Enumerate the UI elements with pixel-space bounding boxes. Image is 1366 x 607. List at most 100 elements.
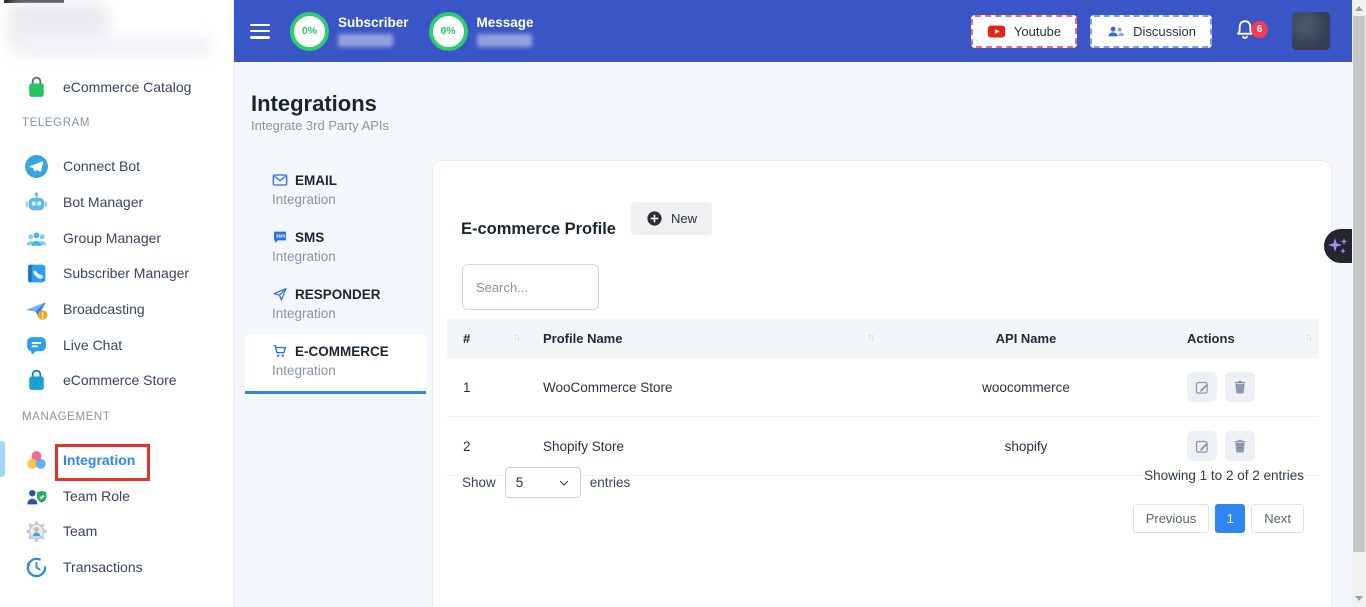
sort-icon: ↑↓ [1305, 332, 1311, 343]
scrollbar-thumb[interactable] [1353, 16, 1365, 552]
sidebar-item-live-chat[interactable]: Live Chat [24, 332, 122, 358]
sidebar-item-label: Team Role [63, 488, 130, 504]
sidebar: eCommerce Catalog TELEGRAM Connect Bot B… [0, 0, 234, 607]
discussion-button[interactable]: Discussion [1090, 15, 1212, 48]
row-api-name: shopify [881, 417, 1171, 476]
subnav-subtitle: Integration [272, 306, 426, 321]
clock-refresh-icon [24, 555, 49, 580]
scrollbar-down-arrow-icon[interactable] [1355, 596, 1363, 601]
subnav-title: EMAIL [295, 173, 337, 188]
contact-book-icon [24, 261, 49, 286]
message-stat-value-redacted [477, 34, 532, 47]
message-stat-label: Message [477, 15, 534, 30]
store-bag-icon [24, 368, 49, 393]
active-item-indicator [0, 441, 5, 477]
sidebar-item-label: Live Chat [63, 337, 122, 353]
ai-assistant-fab[interactable] [1324, 229, 1352, 263]
sparkles-icon [1326, 234, 1350, 258]
table-header-row: #↑↓ Profile Name↑↓ API Name Actions↑↓ [447, 319, 1319, 358]
subnav-subtitle: Integration [272, 363, 426, 378]
youtube-button[interactable]: Youtube [971, 15, 1077, 48]
new-profile-button[interactable]: New [631, 202, 712, 235]
sidebar-item-label: Bot Manager [63, 194, 143, 210]
message-stat: 0% Message [429, 12, 534, 51]
sidebar-item-subscriber-manager[interactable]: Subscriber Manager [24, 260, 189, 286]
sidebar-item-team[interactable]: Team [24, 518, 97, 544]
envelope-icon [272, 172, 288, 188]
plus-circle-icon [646, 210, 663, 227]
hamburger-menu-icon[interactable] [250, 24, 270, 39]
delete-button[interactable] [1225, 431, 1255, 461]
edit-button[interactable] [1187, 372, 1217, 402]
sidebar-item-label: eCommerce Catalog [63, 79, 191, 95]
sidebar-item-transactions[interactable]: Transactions [24, 554, 143, 580]
ecommerce-profile-card: E-commerce Profile New #↑↓ Profile Name↑… [432, 160, 1332, 607]
message-progress-ring: 0% [429, 12, 468, 51]
subnav-email-integration[interactable]: EMAIL Integration [245, 172, 426, 207]
subnav-sms-integration[interactable]: SMS SMS Integration [245, 229, 426, 264]
topbar: 0% Subscriber 0% Message Youtube Discuss… [233, 0, 1352, 62]
sort-icon: ↑↓ [867, 332, 873, 343]
previous-page-button[interactable]: Previous [1133, 504, 1210, 533]
sidebar-section-telegram: TELEGRAM [22, 117, 90, 129]
edit-button[interactable] [1187, 431, 1217, 461]
sidebar-item-label: Team [63, 523, 97, 539]
discussion-button-label: Discussion [1133, 24, 1196, 39]
subnav-subtitle: Integration [272, 249, 426, 264]
robot-icon [24, 190, 49, 215]
subscriber-stat-value-redacted [338, 34, 393, 47]
delete-button[interactable] [1225, 372, 1255, 402]
column-header-profile-name[interactable]: Profile Name↑↓ [527, 319, 881, 358]
sidebar-item-integration[interactable]: Integration [24, 447, 135, 473]
show-label: Show [462, 475, 496, 490]
sidebar-item-label: Integration [63, 452, 135, 468]
row-num: 1 [447, 358, 527, 417]
sidebar-item-connect-bot[interactable]: Connect Bot [24, 153, 140, 179]
sidebar-section-management: MANAGEMENT [22, 411, 110, 423]
current-page-button[interactable]: 1 [1215, 504, 1245, 533]
sms-bubble-icon: SMS [272, 229, 288, 245]
cart-icon [272, 343, 288, 359]
sidebar-item-label: Transactions [63, 559, 143, 575]
user-avatar[interactable] [1292, 12, 1330, 50]
page-subtitle: Integrate 3rd Party APIs [251, 118, 389, 133]
sidebar-item-group-manager[interactable]: Group Manager [24, 225, 161, 251]
broadcast-plane-icon [24, 297, 49, 322]
paper-plane-icon [272, 286, 288, 302]
shopping-bag-icon [24, 75, 49, 100]
sidebar-item-broadcasting[interactable]: Broadcasting [24, 296, 145, 322]
notification-count-badge: 6 [1251, 21, 1268, 38]
column-header-actions[interactable]: Actions↑↓ [1171, 319, 1319, 358]
notification-bell[interactable]: 6 [1233, 18, 1259, 44]
search-input[interactable] [462, 264, 599, 310]
scrollbar-up-arrow-icon[interactable] [1355, 6, 1363, 11]
column-header-api-name[interactable]: API Name [881, 319, 1171, 358]
sidebar-item-team-role[interactable]: Team Role [24, 483, 130, 509]
pagination: Previous 1 Next [1133, 504, 1304, 533]
subnav-responder-integration[interactable]: RESPONDER Integration [245, 286, 426, 321]
gear-person-icon [24, 519, 49, 544]
row-actions [1171, 417, 1319, 476]
subscriber-progress-ring: 0% [290, 12, 329, 51]
row-actions [1171, 358, 1319, 417]
page-title: Integrations [251, 91, 377, 117]
svg-text:SMS: SMS [276, 234, 285, 239]
youtube-icon [987, 22, 1006, 41]
sidebar-item-ecommerce-catalog[interactable]: eCommerce Catalog [24, 74, 191, 100]
next-page-button[interactable]: Next [1251, 504, 1304, 533]
sidebar-item-ecommerce-store[interactable]: eCommerce Store [24, 367, 177, 393]
window-scrollbar[interactable] [1352, 0, 1366, 607]
sidebar-item-label: eCommerce Store [63, 372, 177, 388]
page-size-value: 5 [516, 475, 524, 490]
page-size-select[interactable]: 5 [505, 467, 581, 498]
subnav-title: SMS [295, 230, 324, 245]
discussion-people-icon [1106, 22, 1125, 41]
chevron-down-icon [558, 477, 570, 489]
column-header-num[interactable]: #↑↓ [447, 319, 527, 358]
sidebar-item-bot-manager[interactable]: Bot Manager [24, 189, 143, 215]
youtube-button-label: Youtube [1014, 24, 1061, 39]
telegram-plane-icon [24, 154, 49, 179]
chat-bubble-icon [24, 333, 49, 358]
table-summary: Showing 1 to 2 of 2 entries [1144, 468, 1304, 483]
subnav-ecommerce-integration[interactable]: E-COMMERCE Integration [245, 335, 426, 394]
